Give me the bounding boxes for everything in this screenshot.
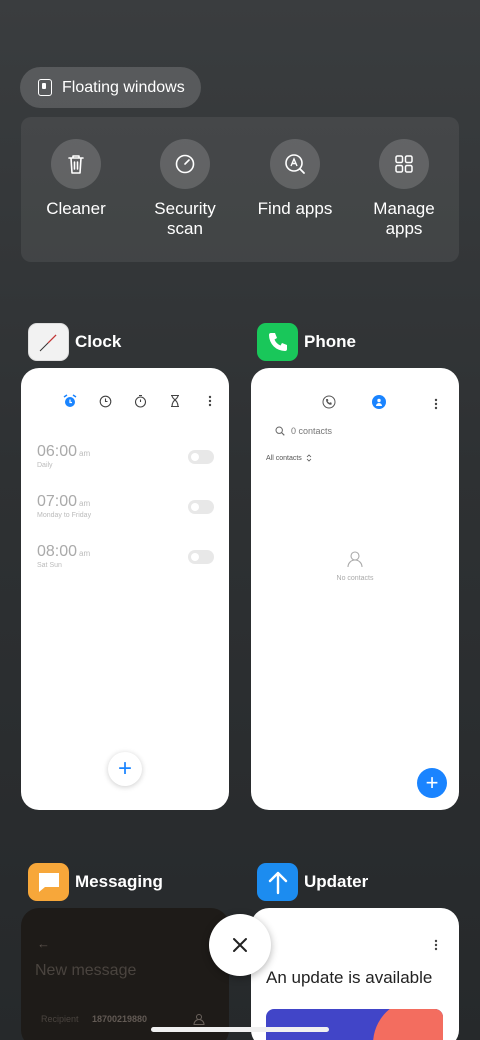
- alarm-time: 08:00: [37, 543, 78, 560]
- home-indicator[interactable]: [151, 1027, 329, 1032]
- close-icon: [233, 938, 247, 952]
- floating-windows-label: Floating windows: [62, 78, 185, 96]
- filter-label: All contacts: [266, 454, 302, 462]
- phone-app-name: Phone: [304, 332, 356, 351]
- call-log-icon[interactable]: [322, 395, 336, 414]
- alarm-icon[interactable]: [63, 394, 77, 408]
- clock-card[interactable]: 06:00 am Daily 07:00 am Monday to Friday 0…: [21, 368, 229, 810]
- updater-app-name: Updater: [304, 872, 369, 891]
- more-options-icon[interactable]: [203, 394, 217, 408]
- message-title: New message: [35, 962, 137, 979]
- alarm-ampm: am: [79, 549, 91, 558]
- update-banner: [266, 1009, 443, 1040]
- messaging-app-icon: [28, 863, 69, 901]
- clock-app-header[interactable]: Clock: [28, 323, 121, 361]
- trash-icon: [51, 139, 101, 189]
- grid-icon: [379, 139, 429, 189]
- empty-contacts: No contacts: [251, 550, 459, 582]
- person-icon: [347, 551, 363, 568]
- quick-tools-panel: Cleaner Security scan Find apps Manage a…: [21, 117, 459, 262]
- alarm-ampm: am: [79, 499, 91, 508]
- more-options-icon[interactable]: [434, 938, 438, 956]
- updater-card[interactable]: An update is available: [251, 908, 459, 1040]
- find-apps-button[interactable]: Find apps: [245, 139, 345, 219]
- add-contact-button[interactable]: +: [417, 768, 447, 798]
- back-arrow-icon[interactable]: ←: [37, 936, 50, 951]
- alarm-days: Daily: [37, 462, 53, 469]
- recipient-label: Recipient: [41, 1014, 79, 1024]
- search-placeholder: 0 contacts: [291, 426, 333, 436]
- phone-card[interactable]: 0 contacts All contacts No contacts +: [251, 368, 459, 810]
- security-scan-icon: [160, 139, 210, 189]
- messaging-app-name: Messaging: [75, 872, 163, 891]
- alarm-days: Monday to Friday: [37, 512, 92, 519]
- contacts-search[interactable]: 0 contacts: [275, 426, 332, 436]
- security-scan-label: Security scan: [154, 199, 216, 238]
- recipient-value: 18700219880: [92, 1014, 148, 1024]
- cleaner-label: Cleaner: [46, 199, 106, 218]
- contacts-filter[interactable]: All contacts: [266, 454, 312, 462]
- cleaner-button[interactable]: Cleaner: [26, 139, 126, 219]
- clock-app-icon: [28, 323, 69, 361]
- add-icon: +: [425, 770, 439, 795]
- alarm-toggle[interactable]: [188, 500, 214, 514]
- alarm-time: 07:00: [37, 493, 78, 510]
- close-all-button[interactable]: [209, 914, 271, 976]
- phone-app-header[interactable]: Phone: [257, 323, 356, 361]
- floating-windows-button[interactable]: Floating windows: [20, 67, 201, 108]
- sort-arrows-icon: [306, 454, 312, 462]
- updater-app-header[interactable]: Updater: [257, 863, 368, 901]
- alarm-ampm: am: [79, 449, 91, 458]
- security-scan-button[interactable]: Security scan: [135, 139, 235, 239]
- update-headline: An update is available: [266, 968, 433, 987]
- timer-icon[interactable]: [168, 394, 182, 408]
- manage-apps-button[interactable]: Manage apps: [354, 139, 454, 239]
- world-clock-icon[interactable]: [98, 394, 112, 408]
- clock-app-name: Clock: [75, 332, 122, 351]
- empty-label: No contacts: [336, 575, 374, 582]
- alarm-time: 06:00: [37, 443, 78, 460]
- clock-tabs: [63, 394, 217, 408]
- add-alarm-button[interactable]: +: [108, 752, 142, 786]
- alarm-days: Sat Sun: [37, 562, 62, 569]
- manage-apps-label: Manage apps: [373, 199, 435, 238]
- stopwatch-icon[interactable]: [133, 394, 147, 408]
- updater-app-icon: [257, 863, 298, 901]
- more-options-icon[interactable]: [434, 397, 438, 415]
- alarm-toggle[interactable]: [188, 450, 214, 464]
- floating-window-icon: [38, 79, 52, 96]
- search-icon: [275, 426, 285, 436]
- add-icon: +: [117, 755, 132, 782]
- alarm-toggle[interactable]: [188, 550, 214, 564]
- find-apps-icon: [270, 139, 320, 189]
- contacts-tab-icon[interactable]: [372, 395, 386, 409]
- phone-app-icon: [257, 323, 298, 361]
- messaging-card[interactable]: ← New message Recipient 18700219880: [21, 908, 229, 1040]
- messaging-app-header[interactable]: Messaging: [28, 863, 163, 901]
- find-apps-label: Find apps: [257, 199, 333, 218]
